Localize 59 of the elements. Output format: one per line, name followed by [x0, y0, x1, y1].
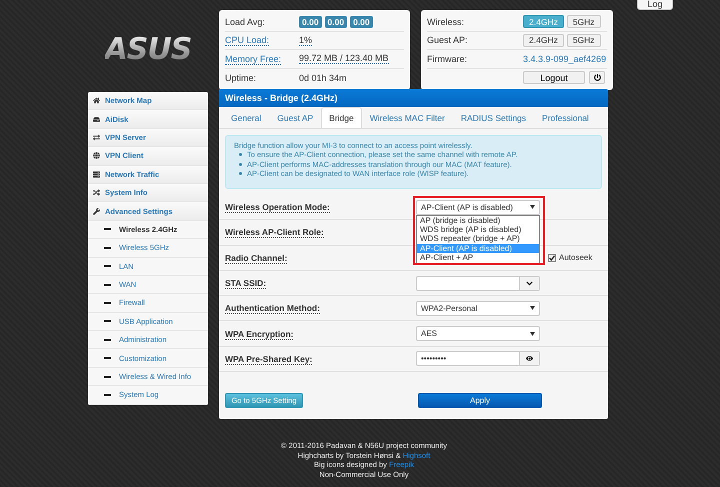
status-value: 0d 01h 34m — [299, 72, 347, 83]
status-value: 99.72 MB / 123.40 MB — [299, 53, 389, 64]
tab[interactable]: RADIUS Settings — [452, 107, 534, 128]
load-badge: 0.00 — [350, 16, 373, 28]
system-label: Firmware: — [427, 54, 468, 64]
field-label: Radio Channel: — [225, 252, 288, 264]
caret-icon — [530, 205, 535, 210]
tab[interactable]: General — [223, 107, 270, 128]
caret-icon — [530, 306, 535, 310]
tab[interactable]: Wireless MAC Filter — [362, 107, 453, 128]
band-button[interactable]: 2.4GHz — [523, 34, 564, 47]
firmware-link[interactable]: 3.4.3.9-099_aef4269 — [523, 54, 606, 64]
eye-icon[interactable] — [519, 352, 539, 366]
tab[interactable]: Guest AP — [269, 107, 322, 128]
status-label: Load Avg: — [225, 16, 265, 27]
checkmark-icon — [549, 254, 555, 261]
band-button[interactable]: 2.4GHz — [523, 15, 564, 28]
load-badge: 0.00 — [324, 16, 348, 28]
drive-icon — [93, 116, 100, 123]
server-icon — [93, 170, 100, 178]
logout-button[interactable]: Logout — [523, 71, 585, 84]
caret-icon — [530, 332, 535, 336]
tab[interactable]: Professional — [534, 107, 597, 128]
field-label: WPA Pre-Shared Key: — [225, 354, 312, 365]
status-link[interactable]: Memory Free: — [225, 54, 282, 65]
bullet-icon — [239, 162, 242, 166]
status-value: 1% — [299, 34, 312, 46]
field-label: Wireless Operation Mode: — [225, 202, 330, 214]
select-field[interactable]: AP-Client (AP is disabled) — [416, 200, 540, 215]
field-label: STA SSID: — [225, 278, 266, 290]
wrench-icon — [93, 208, 100, 215]
status-label: Uptime: — [225, 72, 256, 83]
power-icon[interactable] — [589, 71, 605, 84]
panel-title: Wireless - Bridge (2.4GHz) — [219, 89, 608, 107]
arrows-icon — [93, 134, 100, 141]
tab[interactable]: Bridge — [321, 107, 362, 128]
bullet-icon — [239, 153, 242, 156]
field-label: Authentication Method: — [225, 303, 320, 314]
select-field[interactable]: WPA2-Personal — [416, 300, 540, 316]
apply-button[interactable]: Apply — [418, 393, 542, 408]
checkbox[interactable] — [548, 254, 556, 262]
band-button[interactable]: 5GHz — [566, 34, 601, 47]
field-label: Wireless AP-Client Role: — [225, 227, 324, 238]
select-field[interactable]: AES — [416, 326, 540, 342]
shuffle-icon — [93, 189, 100, 196]
system-label: Wireless: — [427, 16, 466, 27]
log-button[interactable]: Log — [637, 0, 673, 10]
checkbox-label: Autoseek — [559, 253, 592, 262]
globe-icon — [93, 152, 100, 160]
field-label: WPA Encryption: — [225, 328, 294, 340]
band-button[interactable]: 5GHz — [566, 15, 601, 28]
system-label: Guest AP: — [427, 35, 469, 46]
input-field[interactable] — [416, 276, 540, 291]
password-field[interactable]: ••••••••• — [416, 351, 540, 366]
status-link[interactable]: CPU Load: — [225, 35, 270, 46]
bullet-icon — [239, 172, 242, 176]
chevron-down-icon[interactable] — [519, 276, 539, 290]
home-icon — [93, 97, 100, 104]
load-badge: 0.00 — [299, 16, 322, 28]
